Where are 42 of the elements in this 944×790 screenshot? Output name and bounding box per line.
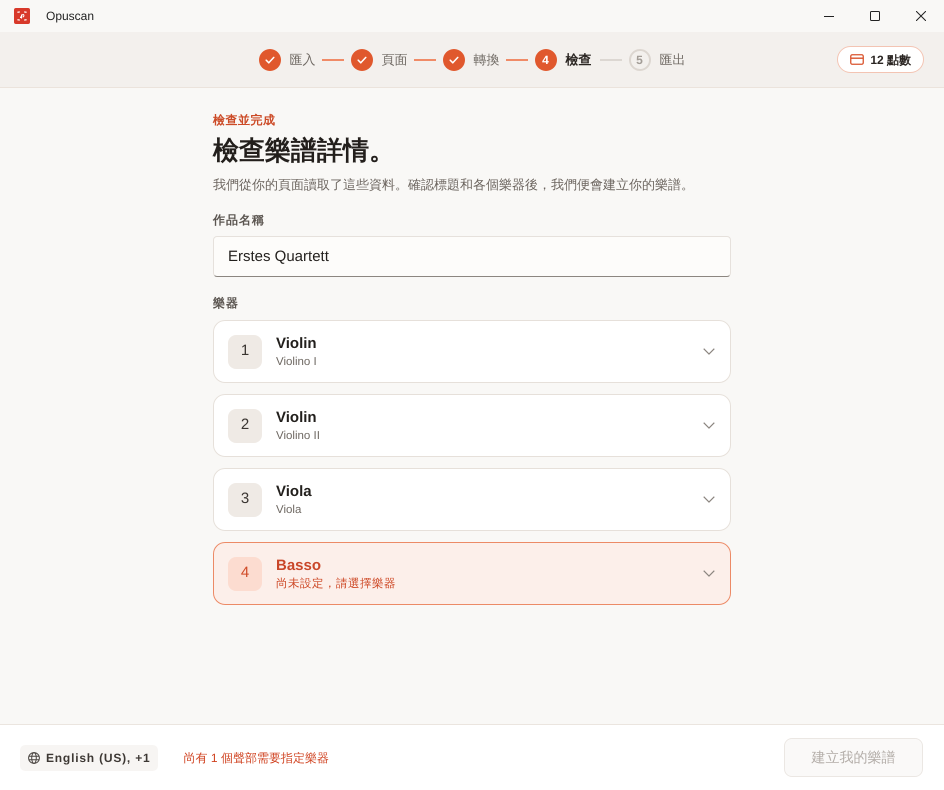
globe-icon bbox=[28, 752, 40, 764]
part-number: 2 bbox=[228, 408, 262, 442]
instrument-name: Basso bbox=[276, 556, 322, 576]
part-number: 3 bbox=[228, 482, 262, 516]
chevron-down-icon bbox=[703, 570, 715, 577]
app-logo-icon bbox=[14, 8, 30, 24]
section-eyebrow: 檢查並完成 bbox=[213, 112, 276, 128]
part-number: 4 bbox=[228, 556, 262, 590]
step-label: 頁面 bbox=[382, 50, 408, 69]
part-name: Violino II bbox=[276, 428, 320, 444]
part-number: 1 bbox=[228, 334, 262, 368]
step-label: 匯出 bbox=[660, 50, 686, 69]
instrument-card[interactable]: 2 Violin Violino II bbox=[213, 394, 731, 457]
field-label: 作品名稱 bbox=[213, 212, 266, 228]
step-number: 4 bbox=[534, 48, 556, 70]
instrument-warning: 尚未設定，請選擇樂器 bbox=[276, 576, 396, 592]
step-number: 5 bbox=[628, 48, 650, 70]
instrument-card[interactable]: 1 Violin Violino I bbox=[213, 320, 731, 383]
section-label: 樂器 bbox=[213, 295, 240, 311]
window-title: Opuscan bbox=[46, 8, 94, 25]
instrument-name: Violin bbox=[276, 408, 318, 428]
page-description: 我們從你的頁面讀取了這些資料。確認標題和各個樂器後，我們便會建立你的樂譜。 bbox=[213, 176, 695, 194]
warning-message: 尚有 1 個聲部需要指定樂器 bbox=[183, 750, 329, 766]
step-label: 匯入 bbox=[290, 50, 316, 69]
step-label: 檢查 bbox=[566, 50, 592, 69]
instrument-name: Viola bbox=[276, 482, 312, 502]
chevron-down-icon bbox=[703, 348, 715, 355]
part-name: Viola bbox=[276, 502, 302, 518]
maximize-icon bbox=[870, 11, 880, 21]
step-label: 轉換 bbox=[474, 50, 500, 69]
title-input[interactable]: Erstes Quartett bbox=[213, 236, 731, 277]
instrument-card[interactable]: 3 Viola Viola bbox=[213, 468, 731, 531]
credit-card-icon bbox=[850, 54, 864, 65]
credits-button[interactable]: 12 點數 bbox=[837, 46, 924, 73]
instrument-card[interactable]: 4 Basso 尚未設定，請選擇樂器 bbox=[213, 542, 731, 605]
close-icon bbox=[916, 11, 926, 21]
chevron-down-icon bbox=[703, 422, 715, 429]
part-name: Violino I bbox=[276, 354, 317, 370]
page-heading: 檢查樂譜詳情。 bbox=[213, 134, 396, 167]
chevron-down-icon bbox=[703, 496, 715, 503]
instrument-name: Violin bbox=[276, 334, 317, 354]
language-selector[interactable]: English (US), +1 bbox=[20, 744, 158, 770]
